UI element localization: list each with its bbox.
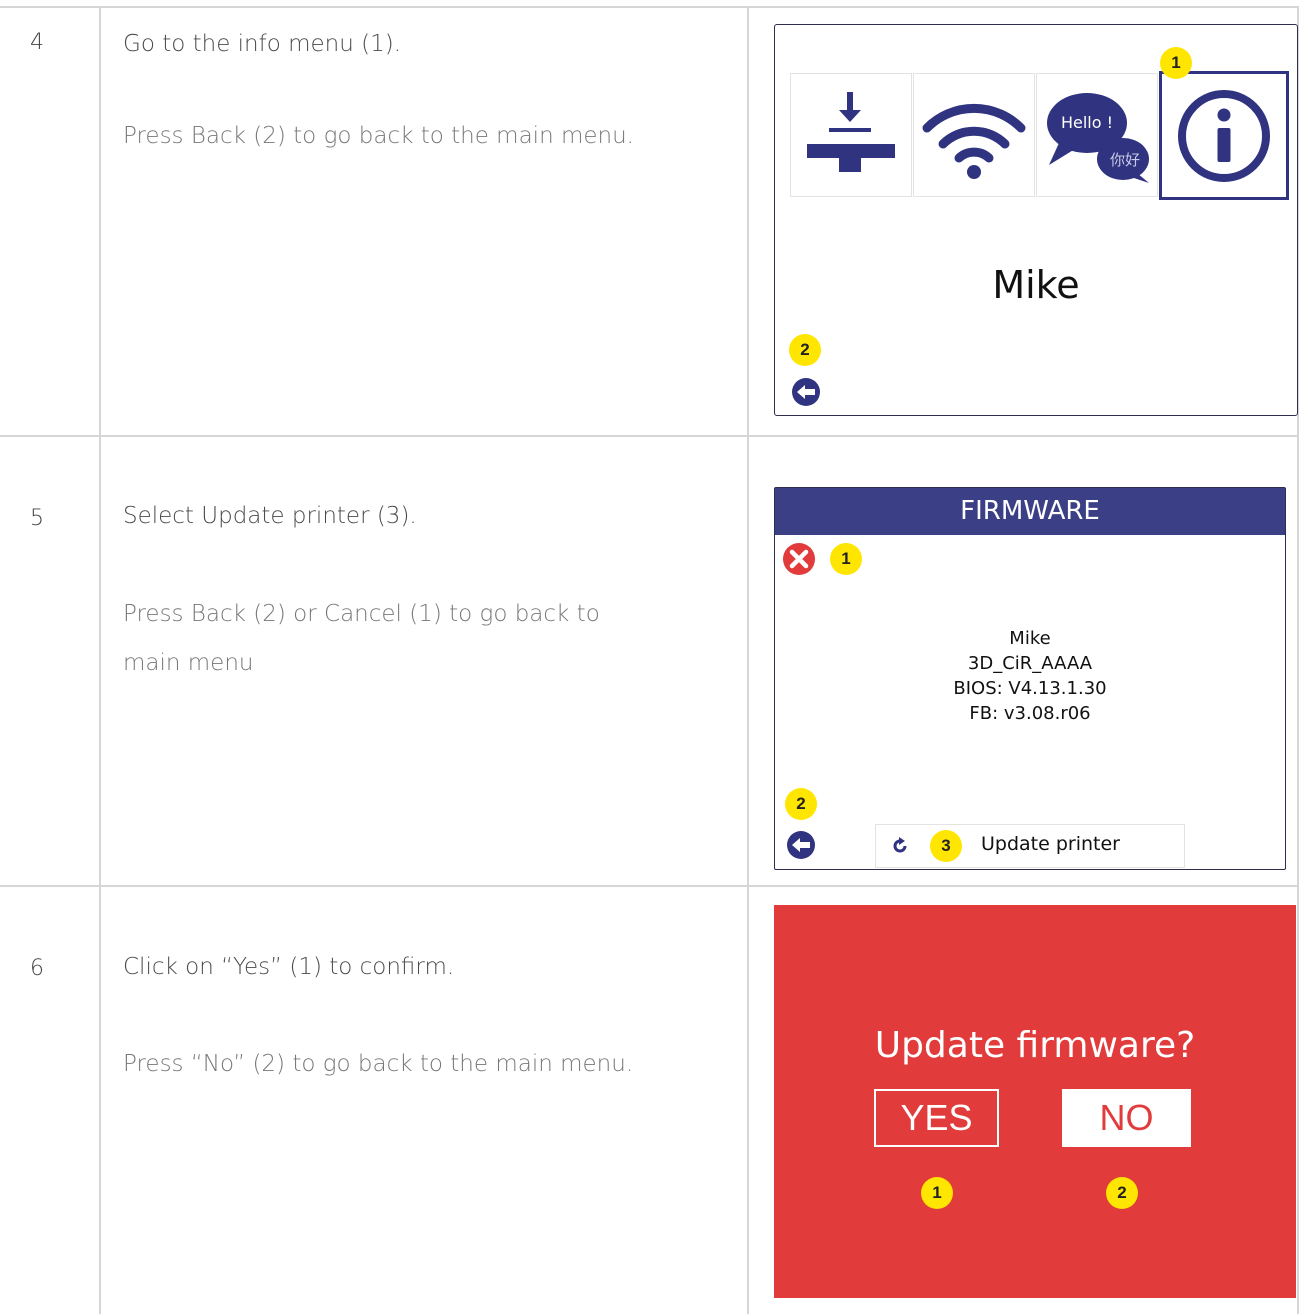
refresh-icon bbox=[893, 837, 907, 853]
update-printer-button[interactable]: 3 Update printer bbox=[875, 824, 1185, 868]
step-number: 6 bbox=[30, 956, 44, 981]
bubble-hello: Hello ! bbox=[1061, 113, 1113, 132]
step-subtext: Press “No” (2) to go back to the main me… bbox=[123, 1051, 634, 1077]
tile-wifi[interactable] bbox=[913, 73, 1035, 197]
step-subtext-line2: main menu bbox=[123, 650, 254, 676]
firmware-title: FIRMWARE bbox=[775, 488, 1285, 535]
yes-button[interactable]: YES bbox=[874, 1089, 999, 1147]
step-subtext-line1: Press Back (2) or Cancel (1) to go back … bbox=[123, 601, 600, 627]
callout-badge-update: 3 bbox=[930, 830, 962, 862]
callout-badge-yes: 1 bbox=[921, 1177, 953, 1209]
step-instruction: Go to the info menu (1). bbox=[123, 31, 402, 57]
step-number: 4 bbox=[30, 30, 44, 55]
update-printer-label: Update printer bbox=[981, 833, 1120, 855]
back-arrow-icon[interactable] bbox=[791, 377, 821, 407]
callout-badge-back: 2 bbox=[785, 788, 817, 820]
callout-badge-no: 2 bbox=[1106, 1177, 1138, 1209]
column-divider bbox=[99, 6, 101, 1314]
row-divider bbox=[0, 885, 1299, 887]
step-instruction: Click on “Yes” (1) to confirm. bbox=[123, 954, 455, 980]
step-number: 5 bbox=[30, 506, 44, 531]
cancel-icon[interactable] bbox=[782, 542, 816, 576]
callout-badge-back: 2 bbox=[789, 334, 821, 366]
info-line: 3D_CiR_AAAA bbox=[967, 653, 1093, 674]
printer-name: Mike bbox=[992, 263, 1080, 307]
step-subtext: Press Back (2) to go back to the main me… bbox=[123, 123, 634, 149]
no-button[interactable]: NO bbox=[1062, 1089, 1191, 1147]
info-line: FB: v3.08.r06 bbox=[969, 703, 1091, 724]
back-arrow-icon[interactable] bbox=[786, 830, 816, 860]
bubble-chinese: 你好 bbox=[1110, 151, 1140, 169]
printer-info: Mike 3D_CiR_AAAA BIOS: V4.13.1.30 FB: v3… bbox=[775, 626, 1285, 726]
column-divider bbox=[747, 6, 749, 1314]
confirm-update-screen: Update firmware? YES NO 1 2 bbox=[774, 905, 1296, 1298]
info-icon bbox=[1178, 89, 1270, 182]
row-divider bbox=[0, 6, 1299, 8]
confirm-question: Update firmware? bbox=[874, 1025, 1196, 1066]
step-instruction: Select Update printer (3). bbox=[123, 503, 417, 529]
info-line: Mike bbox=[1009, 628, 1051, 649]
wifi-icon bbox=[922, 103, 1026, 179]
tile-language[interactable]: Hello ! 你好 bbox=[1036, 73, 1158, 197]
language-icon: Hello ! 你好 bbox=[1047, 93, 1149, 183]
tile-build-plate[interactable] bbox=[790, 73, 912, 197]
info-line: BIOS: V4.13.1.30 bbox=[953, 678, 1107, 699]
firmware-screen: FIRMWARE 1 Mike 3D_CiR_AAAA BIOS: V4.13.… bbox=[774, 487, 1286, 870]
tile-info[interactable] bbox=[1159, 71, 1289, 200]
build-plate-icon bbox=[807, 92, 895, 172]
callout-badge-cancel: 1 bbox=[830, 543, 862, 575]
main-menu-screen: Hello ! 你好 1 Mike 2 bbox=[774, 24, 1298, 416]
row-divider bbox=[0, 435, 1299, 437]
callout-badge-info: 1 bbox=[1160, 47, 1192, 79]
